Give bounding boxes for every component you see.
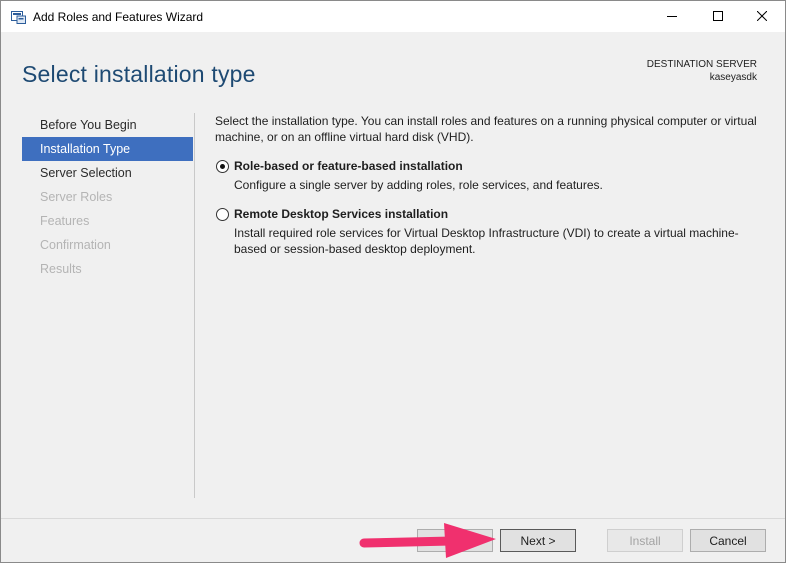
- intro-text: Select the installation type. You can in…: [215, 114, 757, 144]
- nav-divider: [194, 113, 195, 498]
- option-role-based[interactable]: Role-based or feature-based installation…: [215, 158, 769, 193]
- option-title[interactable]: Remote Desktop Services installation: [234, 206, 769, 222]
- server-manager-icon: [11, 10, 26, 24]
- minimize-icon: [667, 8, 677, 26]
- radio-role-based[interactable]: [216, 160, 229, 173]
- maximize-button[interactable]: [695, 1, 741, 32]
- radio-remote-desktop[interactable]: [216, 208, 229, 221]
- close-icon: [756, 8, 768, 26]
- nav-item-features: Features: [40, 214, 90, 228]
- radio-selected-dot: [220, 164, 225, 169]
- install-button: Install: [607, 529, 683, 552]
- page-title: Select installation type: [22, 61, 256, 87]
- nav-item-installation-type[interactable]: Installation Type: [22, 137, 193, 161]
- nav-item-server-roles: Server Roles: [40, 190, 113, 204]
- nav-item-confirmation: Confirmation: [40, 238, 111, 252]
- destination-server-name: kaseyasdk: [709, 72, 757, 83]
- destination-server-label: DESTINATION SERVER: [646, 59, 757, 70]
- cancel-button[interactable]: Cancel: [690, 529, 766, 552]
- wizard-window: Add Roles and Features Wizard Select ins…: [0, 0, 786, 563]
- pink-arrow-icon: [359, 523, 496, 558]
- next-button[interactable]: Next >: [500, 529, 576, 552]
- close-button[interactable]: [739, 1, 785, 32]
- title-bar[interactable]: Add Roles and Features Wizard: [1, 1, 785, 32]
- option-remote-desktop[interactable]: Remote Desktop Services installation Ins…: [215, 206, 769, 257]
- option-description: Install required role services for Virtu…: [234, 226, 739, 256]
- nav-item-before-you-begin[interactable]: Before You Begin: [22, 113, 193, 137]
- nav-item-results: Results: [40, 262, 82, 276]
- wizard-header: Select installation type DESTINATION SER…: [1, 32, 785, 107]
- maximize-icon: [713, 8, 723, 26]
- nav-item-server-selection[interactable]: Server Selection: [22, 161, 193, 185]
- minimize-button[interactable]: [649, 1, 695, 32]
- option-description: Configure a single server by adding role…: [234, 178, 603, 192]
- wizard-nav: Before You Begin Installation Type Serve…: [22, 113, 193, 281]
- window-title: Add Roles and Features Wizard: [33, 10, 204, 24]
- option-title[interactable]: Role-based or feature-based installation: [234, 158, 769, 174]
- wizard-content: Select the installation type. You can in…: [215, 113, 769, 257]
